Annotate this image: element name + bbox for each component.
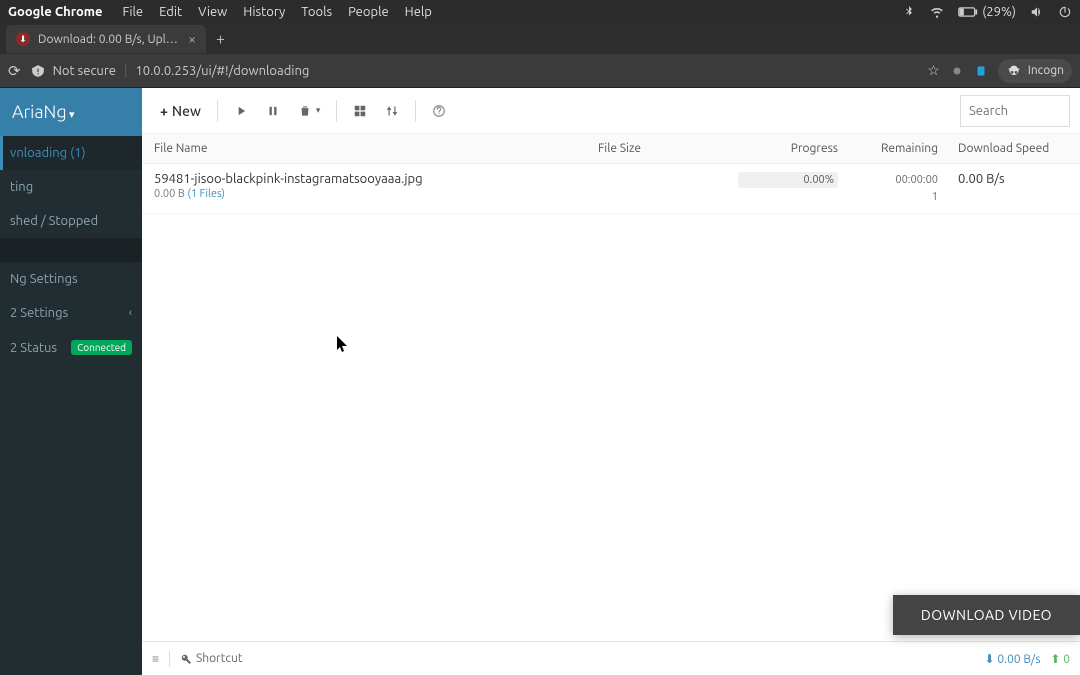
extension-icon-1[interactable] — [950, 64, 964, 78]
reload-button[interactable]: ⟳ — [8, 62, 21, 80]
not-secure-icon — [31, 64, 45, 78]
menu-history[interactable]: History — [243, 5, 285, 19]
sidebar-item-downloading[interactable]: vnloading (1) — [0, 136, 142, 170]
tab-favicon: ⬇ — [16, 32, 30, 46]
menu-help[interactable]: Help — [405, 5, 432, 19]
menu-toggle-icon[interactable]: ≡ — [152, 652, 159, 666]
chevron-left-icon: ‹ — [129, 307, 132, 319]
menu-tools[interactable]: Tools — [301, 5, 332, 19]
app-brand[interactable]: AriaNg ▾ — [0, 88, 142, 136]
browser-address-bar: ⟳ Not secure | 10.0.0.253/ui/#!/download… — [0, 54, 1080, 88]
incognito-label: Incogn — [1028, 64, 1064, 77]
browser-tab-strip: ⬇ Download: 0.00 B/s, Uplo… × + — [0, 24, 1080, 54]
sidebar-item-aria2-status[interactable]: 2 StatusConnected — [0, 330, 142, 365]
remaining-time: 00:00:00 — [838, 172, 938, 189]
os-menu-bar: Google Chrome File Edit View History Too… — [0, 0, 1080, 24]
grid-icon — [353, 104, 367, 118]
bluetooth-icon[interactable] — [902, 5, 916, 19]
sort-icon — [385, 104, 399, 118]
table-header: File Name File Size Progress Remaining D… — [142, 134, 1080, 164]
help-icon — [432, 104, 446, 118]
sort-button[interactable] — [377, 98, 407, 124]
sidebar: AriaNg ▾ vnloading (1) ting shed / Stopp… — [0, 88, 142, 675]
start-button[interactable] — [226, 98, 256, 124]
file-bytes: 0.00 B — [154, 188, 185, 200]
battery-icon[interactable]: (29%) — [958, 5, 1016, 19]
main-panel: +New ▾ File Name File Size Progress Rema… — [142, 88, 1080, 675]
col-header-size[interactable]: File Size — [598, 142, 738, 155]
toolbar: +New ▾ — [142, 88, 1080, 134]
incognito-icon — [1006, 63, 1022, 79]
incognito-indicator[interactable]: Incogn — [998, 59, 1072, 83]
sidebar-item-ariang-settings[interactable]: Ng Settings — [0, 262, 142, 296]
menu-file[interactable]: File — [123, 5, 144, 19]
trash-icon — [298, 104, 312, 118]
new-task-button[interactable]: +New — [152, 97, 209, 125]
search-box[interactable] — [960, 95, 1070, 127]
os-app-name: Google Chrome — [8, 5, 103, 19]
security-label: Not secure — [53, 64, 116, 78]
volume-icon[interactable] — [1030, 5, 1044, 19]
status-bar: ≡ Shortcut ⬇ 0.00 B/s ⬆ 0 — [142, 641, 1080, 675]
play-icon — [234, 104, 248, 118]
global-download-speed: ⬇ 0.00 B/s — [985, 652, 1041, 666]
url-field[interactable]: Not secure | 10.0.0.253/ui/#!/downloadin… — [31, 64, 918, 78]
sidebar-item-finished[interactable]: shed / Stopped — [0, 204, 142, 238]
menu-view[interactable]: View — [198, 5, 227, 19]
global-upload-speed: ⬆ 0 — [1050, 652, 1070, 666]
search-input[interactable] — [960, 95, 1070, 127]
download-video-overlay[interactable]: DOWNLOAD VIDEO — [893, 595, 1080, 635]
col-header-name[interactable]: File Name — [154, 142, 598, 155]
wrench-icon — [180, 653, 192, 665]
shortcut-button[interactable]: Shortcut — [180, 652, 243, 665]
sidebar-item-aria2-settings[interactable]: 2 Settings‹ — [0, 296, 142, 330]
file-count-link[interactable]: (1 Files) — [187, 188, 225, 200]
connected-badge: Connected — [71, 340, 132, 355]
browser-tab[interactable]: ⬇ Download: 0.00 B/s, Uplo… × — [6, 25, 206, 53]
bookmark-star-icon[interactable]: ☆ — [927, 62, 940, 79]
wifi-icon[interactable] — [930, 5, 944, 19]
col-header-progress[interactable]: Progress — [738, 142, 838, 155]
sidebar-item-waiting[interactable]: ting — [0, 170, 142, 204]
menu-edit[interactable]: Edit — [159, 5, 182, 19]
delete-button[interactable]: ▾ — [290, 98, 329, 124]
download-speed: 0.00 B/s — [938, 172, 1068, 205]
extension-icon-2[interactable] — [974, 64, 988, 78]
menu-people[interactable]: People — [348, 5, 388, 19]
col-header-remaining[interactable]: Remaining — [838, 142, 938, 155]
remaining-conn: 1 — [838, 189, 938, 206]
tab-title: Download: 0.00 B/s, Uplo… — [38, 33, 180, 46]
view-grid-button[interactable] — [345, 98, 375, 124]
url-text: 10.0.0.253/ui/#!/downloading — [135, 64, 309, 78]
new-tab-button[interactable]: + — [216, 30, 225, 48]
pause-icon — [266, 104, 280, 118]
file-name: 59481-jisoo-blackpink-instagramatsooyaaa… — [154, 172, 598, 186]
col-header-speed[interactable]: Download Speed — [938, 142, 1068, 155]
help-button[interactable] — [424, 98, 454, 124]
progress-bar: 0.00% — [738, 172, 838, 188]
power-icon[interactable] — [1058, 5, 1072, 19]
table-row[interactable]: 59481-jisoo-blackpink-instagramatsooyaaa… — [142, 164, 1080, 214]
pause-button[interactable] — [258, 98, 288, 124]
tab-close-icon[interactable]: × — [188, 31, 196, 47]
battery-percent: (29%) — [982, 5, 1016, 19]
